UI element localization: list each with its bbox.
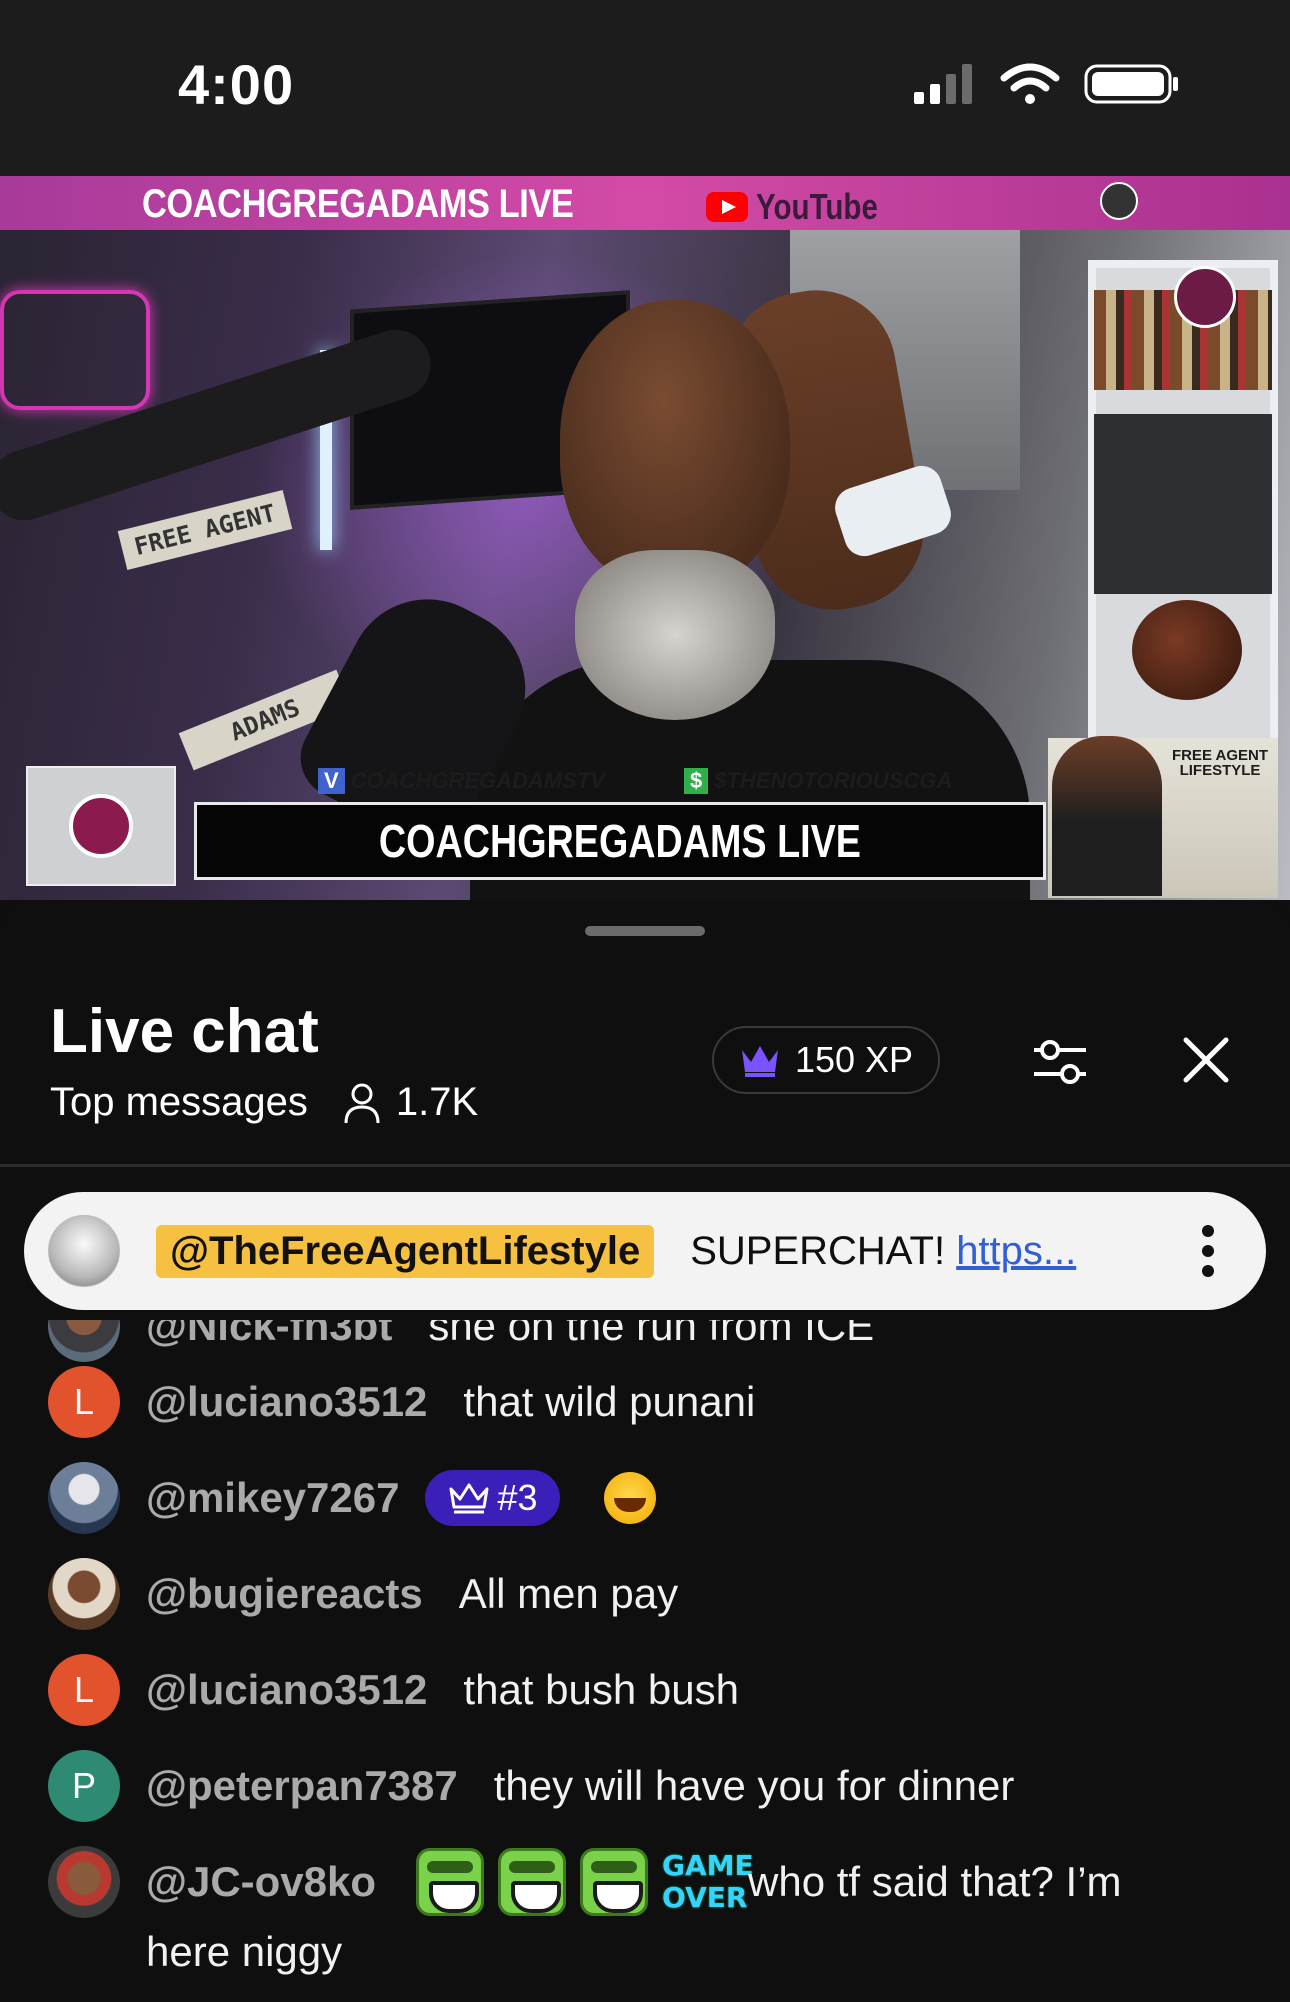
video-top-banner: COACHGREGADAMS LIVE YouTube <box>0 176 1290 230</box>
handle-right-text: $THENOTORIOUSCGA <box>714 768 953 793</box>
message-author: @peterpan7387 <box>146 1762 458 1809</box>
chat-messages: @Nick-fn3bt she on the run from ICE L @l… <box>0 1320 1290 2002</box>
crown-outline-icon <box>449 1483 489 1514</box>
crown-icon <box>741 1046 778 1077</box>
message-author: @mikey7267 <box>146 1474 400 1521</box>
neon-sign <box>0 290 150 410</box>
list-item[interactable]: @Nick-fn3bt she on the run from ICE <box>48 1320 874 1362</box>
message-text: that bush bush <box>463 1666 739 1713</box>
person-icon <box>344 1083 380 1123</box>
message-author: @Nick-fn3bt <box>146 1320 393 1349</box>
video-player[interactable]: COACHGREGADAMS LIVE YouTube FREE AGENT A… <box>0 176 1290 900</box>
divider <box>0 1164 1290 1167</box>
list-item[interactable]: P @peterpan7387 they will have you for d… <box>48 1750 1014 1822</box>
message-author: @luciano3512 <box>146 1378 428 1425</box>
list-item[interactable]: @JC-ov8ko GAME OVER who tf said that? I’… <box>48 1846 1122 1918</box>
message-author: @JC-ov8ko <box>146 1858 377 1905</box>
message-text-continued: here niggy <box>146 1928 343 1975</box>
pinned-text: SUPERCHAT! https... <box>690 1229 1076 1274</box>
avatar: P <box>48 1750 120 1822</box>
avatar <box>48 1462 120 1534</box>
message-author: @luciano3512 <box>146 1666 428 1713</box>
lower-third: COACHGREGADAMS LIVE <box>194 802 1046 880</box>
hulk-emote-icon <box>416 1848 485 1916</box>
youtube-badge: YouTube <box>706 186 905 228</box>
list-item[interactable]: @bugiereacts All men pay <box>48 1558 678 1630</box>
avatar <box>48 1215 120 1287</box>
list-item[interactable]: @mikey7267 #3 <box>48 1462 656 1534</box>
handle-left-tag: V <box>318 768 345 794</box>
chat-mode-selector[interactable]: Top messages <box>50 1080 308 1125</box>
overlay-logo <box>26 766 176 886</box>
video-banner-title: COACHGREGADAMS LIVE <box>142 182 574 226</box>
avatar <box>48 1558 120 1630</box>
avatar: L <box>48 1366 120 1438</box>
message-text: who tf said that? I’m <box>748 1858 1122 1905</box>
channel-logo-small <box>1100 182 1138 220</box>
status-icons <box>912 62 1180 106</box>
message-text: they will have you for dinner <box>493 1762 1015 1809</box>
xp-label: 150 XP <box>794 1039 914 1080</box>
pinned-handle[interactable]: @TheFreeAgentLifestyle <box>156 1224 655 1278</box>
member-badge: #3 <box>425 1470 560 1526</box>
more-options-icon[interactable] <box>1202 1225 1216 1277</box>
chat-subheader: Top messages 1.7K <box>50 1080 478 1125</box>
overlay-handle-left: V COACHGREGADAMSTV <box>318 768 605 794</box>
avatar <box>48 1320 120 1362</box>
avatar <box>48 1846 120 1918</box>
drag-handle[interactable] <box>585 926 705 936</box>
message-text: All men pay <box>458 1570 679 1617</box>
list-item[interactable]: L @luciano3512 that wild punani <box>48 1366 755 1438</box>
status-bar: 4:00 <box>0 0 1290 176</box>
wifi-icon <box>1000 63 1060 104</box>
handle-left-text: COACHGREGADAMSTV <box>350 768 605 793</box>
basketball <box>1132 600 1242 700</box>
pinned-link[interactable]: https... <box>956 1229 1076 1273</box>
game-over-emote-icon: GAME OVER <box>662 1849 754 1914</box>
avatar: L <box>48 1654 120 1726</box>
message-text: she on the run from ICE <box>428 1320 875 1349</box>
message-text: that wild punani <box>463 1378 756 1425</box>
xp-button[interactable]: 150 XP <box>712 1026 940 1094</box>
pinned-message[interactable]: @TheFreeAgentLifestyle SUPERCHAT! https.… <box>24 1192 1266 1310</box>
youtube-label: YouTube <box>756 186 878 227</box>
pinned-text-prefix: SUPERCHAT! <box>690 1228 946 1273</box>
member-badge-rank: #3 <box>497 1477 538 1518</box>
lower-third-title: COACHGREGADAMS LIVE <box>378 815 862 867</box>
close-icon[interactable] <box>1178 1032 1234 1088</box>
status-time: 4:00 <box>178 53 295 116</box>
hulk-emote-icon <box>580 1848 649 1916</box>
promo-text: FREE AGENT LIFESTYLE <box>1171 747 1269 779</box>
channel-logo <box>1174 266 1236 328</box>
list-item[interactable]: L @luciano3512 that bush bush <box>48 1654 739 1726</box>
live-chat-panel: Live chat Top messages 1.7K 150 XP @TheF… <box>0 900 1290 2002</box>
host <box>560 300 790 590</box>
handle-right-tag: $ <box>684 768 709 794</box>
filter-icon[interactable] <box>1030 1032 1090 1092</box>
overlay-handle-right: $ $THENOTORIOUSCGA <box>684 768 952 794</box>
youtube-play-icon <box>706 192 748 222</box>
viewer-count: 1.7K <box>395 1080 479 1124</box>
battery-icon <box>1084 64 1178 104</box>
chat-title: Live chat <box>50 997 319 1066</box>
message-author: @bugiereacts <box>146 1570 423 1617</box>
laughing-emoji-icon <box>603 1472 656 1524</box>
hulk-emote-icon <box>498 1848 567 1916</box>
signal-icon <box>914 64 972 104</box>
